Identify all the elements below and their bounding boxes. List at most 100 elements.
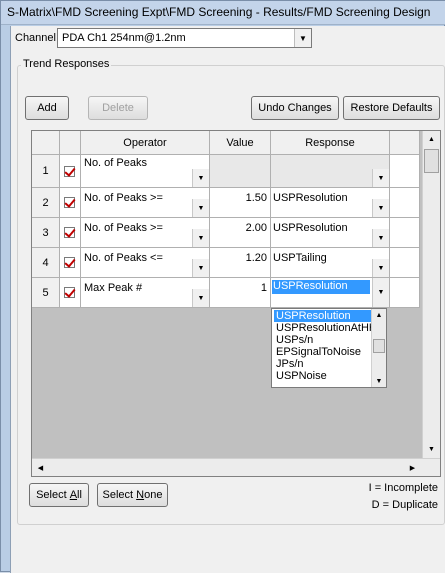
chevron-down-icon[interactable]: ▼: [192, 289, 209, 307]
header-rownum: [32, 131, 60, 155]
value-text: 2.00: [245, 222, 267, 234]
add-button[interactable]: Add: [25, 96, 69, 120]
scroll-up-icon[interactable]: ▲: [423, 131, 440, 148]
row-check-cell[interactable]: [60, 218, 81, 248]
restore-defaults-button[interactable]: Restore Defaults: [343, 96, 440, 120]
scroll-left-icon[interactable]: ◀: [32, 459, 49, 476]
header-operator[interactable]: Operator: [81, 131, 210, 155]
chevron-down-icon[interactable]: ▼: [192, 169, 209, 187]
response-text-selected: USPResolution: [272, 280, 370, 294]
checkbox-checked[interactable]: [64, 197, 75, 208]
header-response[interactable]: Response: [271, 131, 390, 155]
response-text: USPTailing: [273, 252, 327, 264]
row-check-cell[interactable]: [60, 278, 81, 308]
chevron-down-icon[interactable]: ▼: [372, 169, 389, 187]
value-cell[interactable]: 1.20: [210, 248, 271, 278]
checkbox-checked[interactable]: [64, 257, 75, 268]
channel-value: PDA Ch1 254nm@1.2nm: [62, 32, 186, 44]
chevron-down-icon[interactable]: ▼: [192, 259, 209, 277]
chevron-down-icon[interactable]: ▼: [294, 29, 311, 47]
list-option[interactable]: USPResolutionAtHH: [274, 322, 379, 334]
response-cell[interactable]: USPResolution ▼: [271, 218, 390, 248]
legend-duplicate: D = Duplicate: [371, 499, 438, 511]
response-cell[interactable]: USPResolution ▼: [271, 188, 390, 218]
operator-text: No. of Peaks >=: [84, 222, 163, 234]
scroll-thumb[interactable]: [373, 339, 385, 353]
operator-cell[interactable]: No. of Peaks <= ▼: [81, 248, 210, 278]
extra-cell: [390, 188, 420, 218]
operator-text: Max Peak #: [84, 282, 143, 294]
list-option[interactable]: USPResolution: [274, 310, 374, 322]
legend-incomplete: I = Incomplete: [368, 482, 438, 494]
extra-cell: [390, 218, 420, 248]
scroll-down-icon[interactable]: ▼: [372, 375, 386, 387]
scroll-thumb[interactable]: [424, 149, 439, 173]
row-check-cell[interactable]: [60, 188, 81, 218]
scroll-right-icon[interactable]: ▶: [404, 459, 421, 476]
operator-text: No. of Peaks: [84, 157, 147, 169]
list-option[interactable]: EPSignalToNoise: [274, 346, 363, 358]
channel-label: Channel:: [15, 32, 60, 44]
grid-vertical-scrollbar[interactable]: ▲ ▼: [422, 131, 440, 458]
trend-responses-grid[interactable]: Operator Value Response 1 No. of Peaks ▼…: [31, 130, 441, 477]
operator-cell[interactable]: Max Peak # ▼: [81, 278, 210, 308]
delete-button[interactable]: Delete: [88, 96, 148, 120]
main-window: S-Matrix\FMD Screening Expt\FMD Screenin…: [0, 0, 445, 573]
row-number[interactable]: 1: [32, 155, 60, 188]
value-cell[interactable]: 1.50: [210, 188, 271, 218]
operator-cell[interactable]: No. of Peaks >= ▼: [81, 218, 210, 248]
row-number[interactable]: 5: [32, 278, 60, 308]
select-all-suffix: ll: [77, 489, 82, 501]
header-check: [60, 131, 81, 155]
operator-cell[interactable]: No. of Peaks ▼: [81, 155, 210, 188]
list-scrollbar[interactable]: ▲ ▼: [371, 309, 386, 387]
operator-text: No. of Peaks <=: [84, 252, 163, 264]
response-dropdown-list[interactable]: USPResolution USPResolutionAtHH USPs/n E…: [271, 308, 387, 388]
value-cell[interactable]: 2.00: [210, 218, 271, 248]
select-all-button[interactable]: Select All: [29, 483, 89, 507]
row-check-cell[interactable]: [60, 155, 81, 188]
response-text: USPResolution: [273, 192, 348, 204]
undo-changes-button[interactable]: Undo Changes: [251, 96, 339, 120]
checkbox-checked[interactable]: [64, 287, 75, 298]
chevron-down-icon[interactable]: ▼: [372, 259, 389, 277]
trend-responses-title: Trend Responses: [21, 58, 112, 70]
chevron-down-icon[interactable]: ▼: [372, 278, 389, 307]
chevron-down-icon[interactable]: ▼: [372, 199, 389, 217]
list-option[interactable]: USPs/n: [274, 334, 315, 346]
value-text: 1.50: [245, 192, 267, 204]
select-all-prefix: Select: [36, 489, 70, 501]
row-number[interactable]: 4: [32, 248, 60, 278]
select-all-hotkey: A: [69, 489, 78, 501]
chevron-down-icon[interactable]: ▼: [372, 229, 389, 247]
chevron-down-icon[interactable]: ▼: [192, 229, 209, 247]
header-value[interactable]: Value: [210, 131, 271, 155]
extra-cell: [390, 278, 420, 308]
value-cell[interactable]: 1: [210, 278, 271, 308]
response-text: USPResolution: [273, 222, 348, 234]
scroll-up-icon[interactable]: ▲: [372, 309, 386, 321]
row-check-cell[interactable]: [60, 248, 81, 278]
channel-select[interactable]: PDA Ch1 254nm@1.2nm ▼: [57, 28, 312, 48]
value-text: 1.20: [245, 252, 267, 264]
select-none-button[interactable]: Select None: [97, 483, 168, 507]
extra-cell: [390, 248, 420, 278]
operator-text: No. of Peaks >=: [84, 192, 163, 204]
scroll-down-icon[interactable]: ▼: [423, 441, 440, 458]
list-option[interactable]: USPNoise: [274, 370, 329, 382]
response-cell-active[interactable]: USPResolution ▼: [271, 278, 390, 308]
value-cell[interactable]: [210, 155, 271, 188]
operator-cell[interactable]: No. of Peaks >= ▼: [81, 188, 210, 218]
response-cell[interactable]: USPTailing ▼: [271, 248, 390, 278]
value-text: 1: [260, 282, 267, 294]
chevron-down-icon[interactable]: ▼: [192, 199, 209, 217]
window-title: S-Matrix\FMD Screening Expt\FMD Screenin…: [1, 1, 445, 25]
list-option[interactable]: JPs/n: [274, 358, 306, 370]
checkbox-checked[interactable]: [64, 166, 75, 177]
row-number[interactable]: 3: [32, 218, 60, 248]
row-number[interactable]: 2: [32, 188, 60, 218]
extra-cell: [390, 155, 420, 188]
response-cell[interactable]: ▼: [271, 155, 390, 188]
grid-horizontal-scrollbar[interactable]: ◀ ▶: [32, 458, 440, 476]
checkbox-checked[interactable]: [64, 227, 75, 238]
